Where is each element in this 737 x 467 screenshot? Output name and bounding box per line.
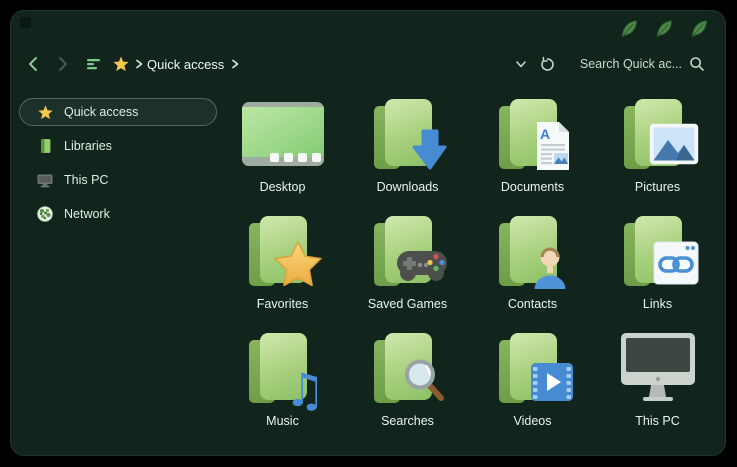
link-icon: [653, 241, 699, 285]
file-item-desktop[interactable]: Desktop: [220, 97, 345, 214]
file-item-label: Favorites: [257, 297, 308, 311]
back-button[interactable]: [23, 54, 43, 74]
file-explorer-window: Quick access Search Quick ac... Quick ac…: [10, 10, 726, 456]
sidebar: Quick access Libraries This PC Network: [11, 98, 229, 234]
folder-music-icon: ♫: [240, 331, 326, 407]
sidebar-item-label: Libraries: [64, 139, 112, 153]
window-controls: [619, 18, 711, 40]
file-item-label: Saved Games: [368, 297, 447, 311]
file-item-documents[interactable]: A Documents: [470, 97, 595, 214]
file-item-music[interactable]: ♫ Music: [220, 331, 345, 448]
picture-icon: [649, 123, 699, 165]
list-lines-icon: [86, 56, 102, 72]
sidebar-item-label: Quick access: [64, 105, 138, 119]
video-film-icon: [530, 362, 574, 402]
magnifier-icon: [689, 56, 705, 72]
document-page-icon: A: [532, 120, 574, 172]
star-icon: [112, 55, 130, 73]
navigation-toolbar: Quick access Search Quick ac...: [11, 49, 725, 79]
gamepad-icon: [395, 244, 449, 284]
leaf-icon: [654, 18, 676, 40]
chevron-right-icon: [55, 55, 71, 73]
pin-favorite-button[interactable]: [111, 54, 131, 74]
sidebar-item-quick-access[interactable]: Quick access: [19, 98, 217, 126]
search-button[interactable]: [687, 54, 707, 74]
file-item-label: Pictures: [635, 180, 680, 194]
file-item-links[interactable]: Links: [595, 214, 720, 331]
sidebar-item-libraries[interactable]: Libraries: [19, 132, 217, 160]
file-item-label: Videos: [514, 414, 552, 428]
file-item-label: Contacts: [508, 297, 557, 311]
sidebar-item-label: Network: [64, 207, 110, 221]
computer-icon: [615, 331, 701, 407]
file-item-label: This PC: [635, 414, 679, 428]
window-control-leaf-1[interactable]: [619, 18, 641, 40]
sidebar-item-network[interactable]: Network: [19, 200, 217, 228]
person-icon: [530, 243, 570, 289]
leaf-icon: [689, 18, 711, 40]
folder-videos-icon: [490, 331, 576, 407]
breadcrumb-separator[interactable]: [229, 54, 241, 74]
file-item-label: Links: [643, 297, 672, 311]
desktop-icon: [240, 97, 326, 173]
globe-icon: [36, 205, 54, 223]
title-bar[interactable]: [11, 11, 725, 49]
file-item-downloads[interactable]: Downloads: [345, 97, 470, 214]
chevron-right-icon: [134, 57, 144, 71]
folder-searches-icon: [365, 331, 451, 407]
address-dropdown-button[interactable]: [511, 54, 531, 74]
magnifier-icon: [401, 357, 447, 403]
refresh-icon: [539, 56, 556, 73]
folder-links-icon: [615, 214, 701, 290]
sidebar-item-this-pc[interactable]: This PC: [19, 166, 217, 194]
window-control-leaf-2[interactable]: [654, 18, 676, 40]
search-input[interactable]: Search Quick ac...: [580, 57, 682, 71]
folder-pictures-icon: [615, 97, 701, 173]
folder-download-icon: [365, 97, 451, 173]
file-item-videos[interactable]: Videos: [470, 331, 595, 448]
chevron-right-icon: [230, 57, 240, 71]
file-item-searches[interactable]: Searches: [345, 331, 470, 448]
star-icon: [272, 239, 324, 289]
file-item-this-pc[interactable]: This PC: [595, 331, 720, 448]
file-grid: Desktop Downloads A: [220, 97, 720, 448]
folder-saved-games-icon: [365, 214, 451, 290]
star-icon: [36, 103, 54, 121]
app-icon: [20, 17, 31, 28]
monitor-icon: [36, 171, 54, 189]
file-item-saved-games[interactable]: Saved Games: [345, 214, 470, 331]
refresh-button[interactable]: [538, 54, 558, 74]
file-item-pictures[interactable]: Pictures: [595, 97, 720, 214]
file-item-label: Desktop: [260, 180, 306, 194]
file-item-label: Searches: [381, 414, 434, 428]
forward-button[interactable]: [53, 54, 73, 74]
folder-contacts-icon: [490, 214, 576, 290]
file-item-label: Downloads: [377, 180, 439, 194]
breadcrumb-quick-access[interactable]: Quick access: [147, 57, 224, 72]
window-control-leaf-3[interactable]: [689, 18, 711, 40]
folder-documents-icon: A: [490, 97, 576, 173]
library-book-icon: [36, 137, 54, 155]
sidebar-item-label: This PC: [64, 173, 108, 187]
file-item-favorites[interactable]: Favorites: [220, 214, 345, 331]
breadcrumb-separator: [133, 54, 145, 74]
menu-button[interactable]: [84, 54, 104, 74]
file-item-label: Documents: [501, 180, 564, 194]
svg-text:A: A: [540, 126, 550, 142]
folder-favorites-icon: [240, 214, 326, 290]
chevron-left-icon: [25, 55, 41, 73]
file-item-contacts[interactable]: Contacts: [470, 214, 595, 331]
leaf-icon: [619, 18, 641, 40]
download-arrow-icon: [411, 128, 449, 172]
chevron-down-icon: [514, 57, 528, 71]
music-note-icon: ♫: [284, 367, 325, 413]
